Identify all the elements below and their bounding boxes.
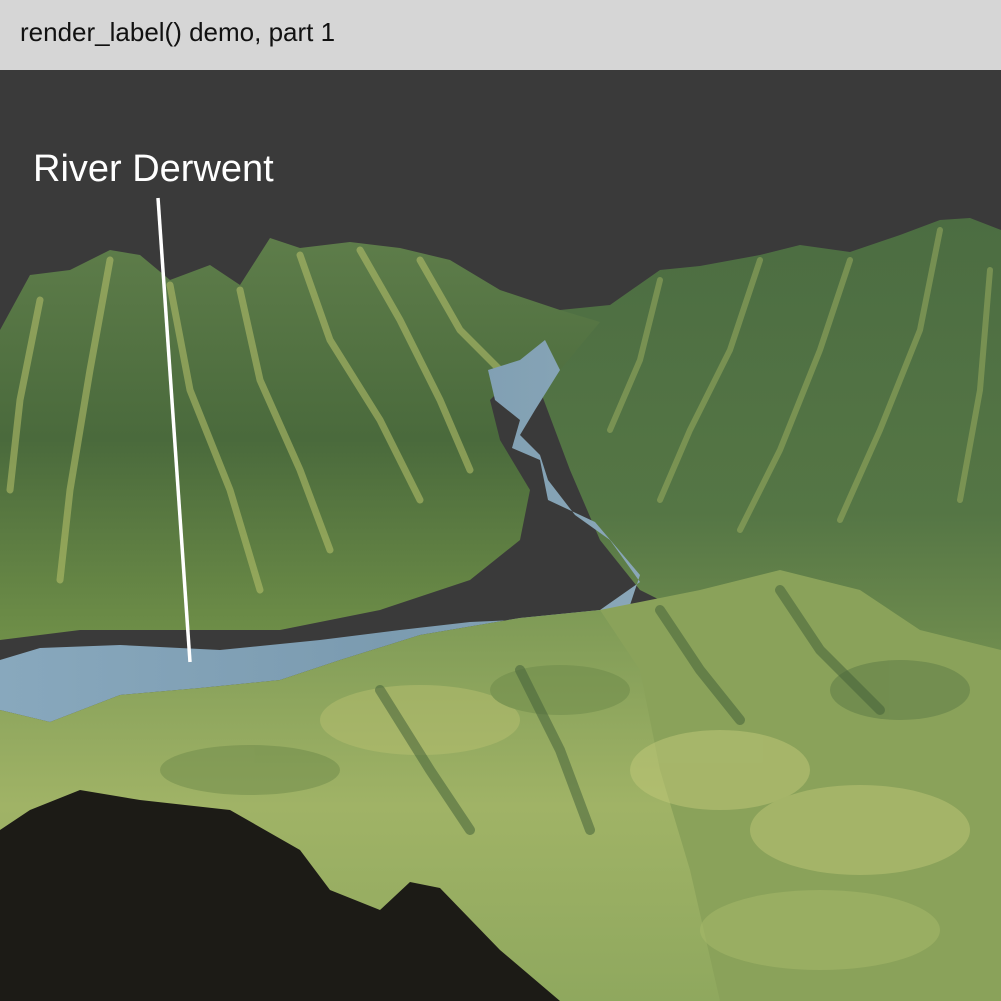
terrain-scene-svg: River Derwent <box>0 148 1001 1001</box>
window-title: render_label() demo, part 1 <box>20 16 336 47</box>
left-mountain-range <box>0 238 600 640</box>
river-label: River Derwent <box>33 148 274 190</box>
app-window: render_label() demo, part 1 River Derwen… <box>0 0 1001 1001</box>
title-bar: render_label() demo, part 1 <box>0 0 1001 70</box>
terrain-render-canvas: River Derwent <box>0 70 1001 1001</box>
